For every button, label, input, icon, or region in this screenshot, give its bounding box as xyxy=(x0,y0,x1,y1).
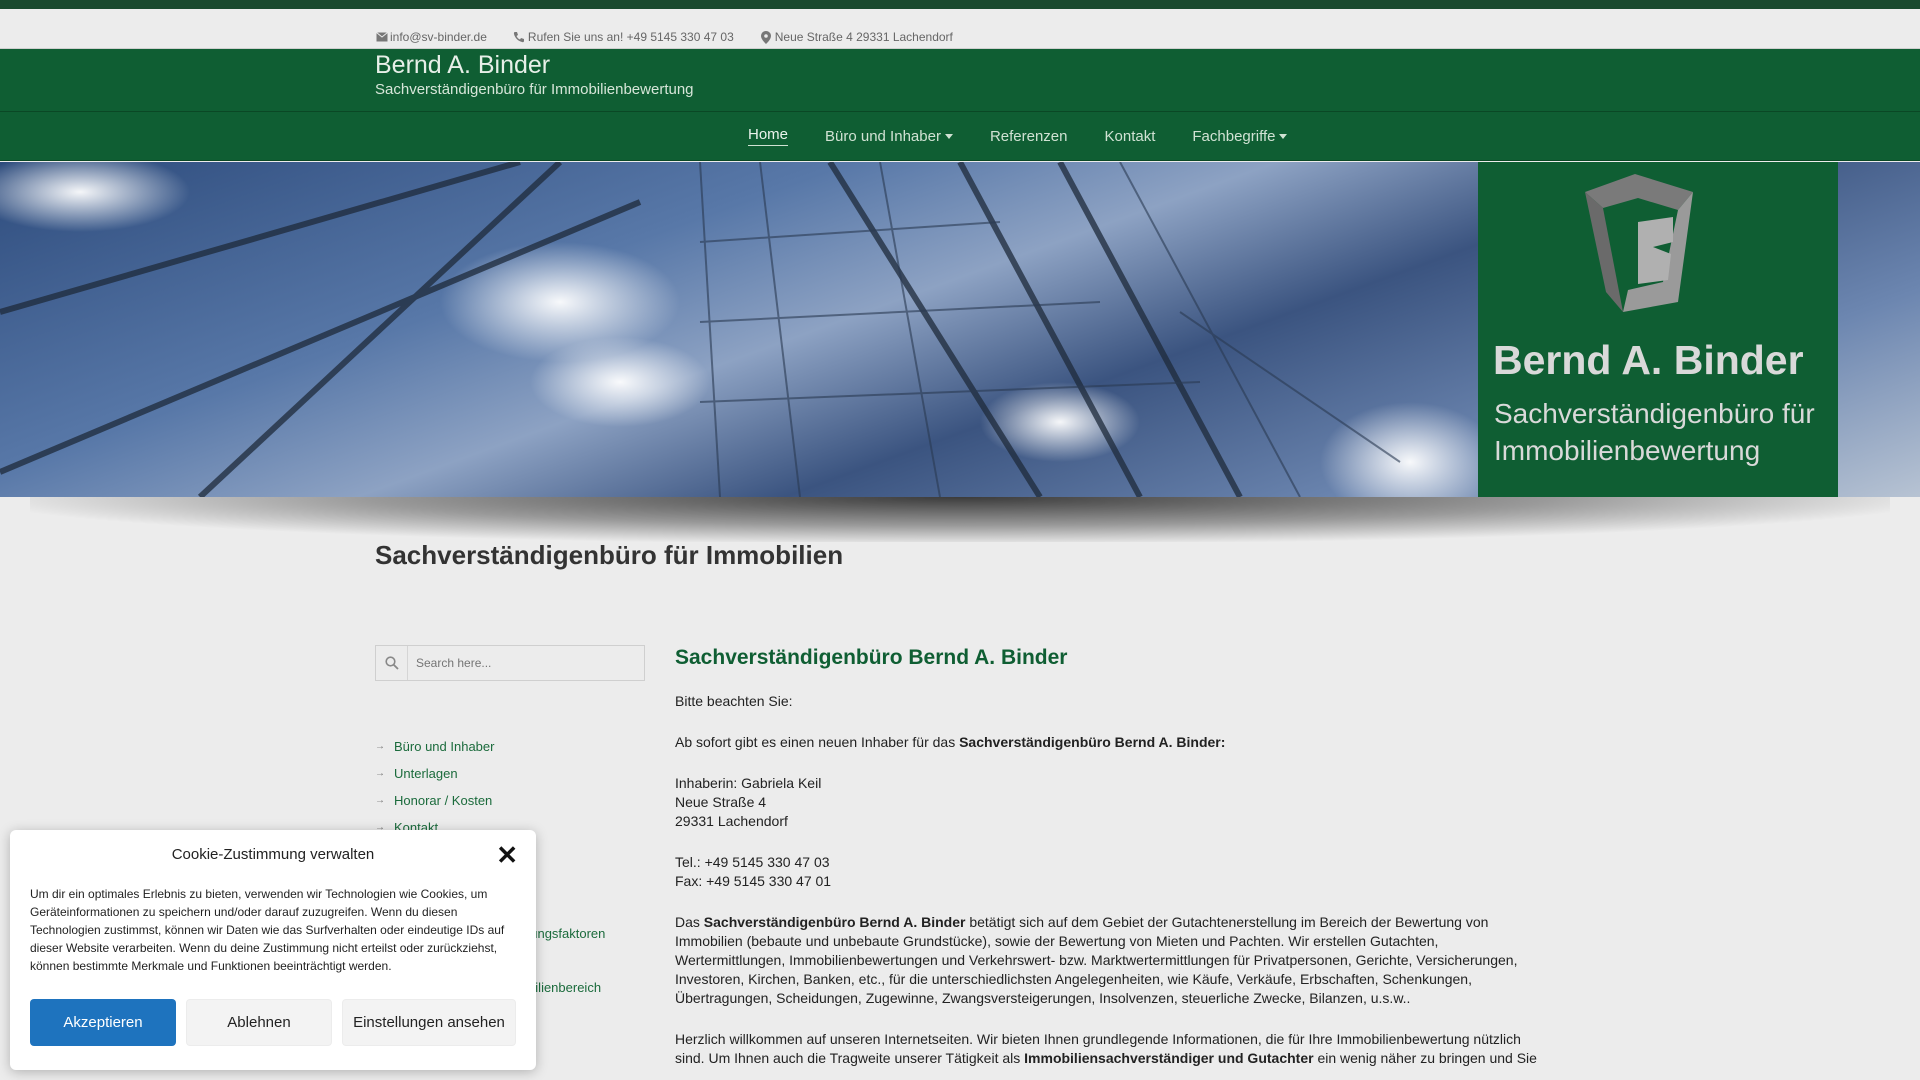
arrow-right-icon: → xyxy=(375,768,385,779)
nav-item-kontakt[interactable]: Kontakt xyxy=(1105,126,1156,146)
contact-info-bar: info@sv-binder.de Rufen Sie uns an! +49 … xyxy=(0,9,1920,49)
owner-address: Inhaberin: Gabriela Keil Neue Straße 4 2… xyxy=(675,774,1545,831)
fax-number: Fax: +49 5145 330 47 01 xyxy=(675,873,832,889)
intro-paragraph: Das Sachverständigenbüro Bernd A. Binder… xyxy=(675,913,1545,1008)
accept-button[interactable]: Akzeptieren xyxy=(30,999,176,1046)
nav-item-home[interactable]: Home xyxy=(748,126,789,146)
para2-bold: Immobiliensachverständiger und Gutachter xyxy=(1024,1050,1314,1066)
address-info: Neue Straße 4 29331 Lachendorf xyxy=(760,30,953,44)
nav-home-label[interactable]: Home xyxy=(748,126,789,146)
main-navigation: Home Büro und Inhaber Referenzen Kontakt… xyxy=(0,111,1920,161)
main-content: Sachverständigenbüro Bernd A. Binder Bit… xyxy=(675,646,1545,1080)
phone-info[interactable]: Rufen Sie uns an! +49 5145 330 47 03 xyxy=(513,30,734,44)
cookie-dialog-title: Cookie-Zustimmung verwalten xyxy=(171,846,375,863)
notice-text: Bitte beachten Sie: xyxy=(675,693,793,709)
top-strip xyxy=(0,0,1920,9)
deny-button[interactable]: Ablehnen xyxy=(186,999,332,1046)
cookie-dialog-text: Um dir ein optimales Erlebnis zu bieten,… xyxy=(30,887,505,973)
site-title[interactable]: Bernd A. Binder xyxy=(375,51,550,80)
owner-city: 29331 Lachendorf xyxy=(675,813,788,829)
arrow-right-icon: → xyxy=(375,795,385,806)
caret-down-icon[interactable] xyxy=(1279,133,1288,139)
sidebar-search[interactable] xyxy=(375,645,645,681)
nav-fachbegriffe-label[interactable]: Fachbegriffe xyxy=(1192,128,1275,145)
sidebar-item-label[interactable]: Honorar / Kosten xyxy=(394,793,492,808)
email-info[interactable]: info@sv-binder.de xyxy=(375,30,487,44)
site-header: Bernd A. Binder Sachverständigenbüro für… xyxy=(0,49,1920,111)
site-tagline: Sachverständigenbüro für Immobilienbewer… xyxy=(375,81,694,98)
new-owner-prefix: Ab sofort gibt es einen neuen Inhaber fü… xyxy=(675,734,960,750)
content-heading: Sachverständigenbüro Bernd A. Binder xyxy=(675,646,1068,669)
sidebar-item-buero[interactable]: → Büro und Inhaber xyxy=(375,733,494,760)
phone-icon xyxy=(513,31,526,44)
nav-buero-label[interactable]: Büro und Inhaber xyxy=(825,128,941,145)
nav-item-buero[interactable]: Büro und Inhaber xyxy=(825,126,953,146)
caret-down-icon[interactable] xyxy=(944,133,953,139)
owner-street: Neue Straße 4 xyxy=(675,794,767,810)
sab-cube-logo-icon xyxy=(1585,174,1693,312)
logo-tagline: Sachverständigenbüro für Immobilienbewer… xyxy=(1494,395,1815,469)
logo-tagline-line1: Sachverständigenbüro für xyxy=(1494,398,1815,429)
phone-text[interactable]: Rufen Sie uns an! +49 5145 330 47 03 xyxy=(528,30,734,44)
welcome-paragraph: Herzlich willkommen auf unseren Internet… xyxy=(675,1030,1545,1068)
new-owner-text: Ab sofort gibt es einen neuen Inhaber fü… xyxy=(675,733,1545,752)
search-icon[interactable] xyxy=(376,646,408,680)
para2-rest: ein wenig näher zu bringen und Sie xyxy=(1313,1050,1537,1066)
view-settings-button[interactable]: Einstellungen ansehen xyxy=(342,999,516,1046)
sidebar-item-unterlagen[interactable]: → Unterlagen xyxy=(375,760,494,787)
sidebar-item-label[interactable]: Büro und Inhaber xyxy=(394,739,494,754)
para1-bold: Sachverständigenbüro Bernd A. Binder xyxy=(703,914,966,930)
cookie-consent-dialog: Cookie-Zustimmung verwalten ✕ Um dir ein… xyxy=(10,830,536,1070)
nav-referenzen-label[interactable]: Referenzen xyxy=(990,128,1068,145)
page-title: Sachverständigenbüro für Immobilien xyxy=(375,540,844,570)
address-text: Neue Straße 4 29331 Lachendorf xyxy=(774,30,953,44)
sidebar-item-honorar[interactable]: → Honorar / Kosten xyxy=(375,787,494,814)
logo-tagline-line2: Immobilienbewertung xyxy=(1494,435,1761,466)
para1-prefix: Das xyxy=(675,914,704,930)
contact-numbers: Tel.: +49 5145 330 47 03 Fax: +49 5145 3… xyxy=(675,853,1545,891)
sidebar-menu: → Büro und Inhaber → Unterlagen → Honorar /… xyxy=(375,733,494,841)
sidebar-item-label[interactable]: Unterlagen xyxy=(394,766,458,781)
hero-banner: Bernd A. Binder Sachverständigenbüro für… xyxy=(0,162,1920,497)
logo-company-name: Bernd A. Binder xyxy=(1493,337,1804,383)
envelope-icon xyxy=(375,31,388,44)
owner-name: Inhaberin: Gabriela Keil xyxy=(675,775,822,791)
new-owner-bold: Sachverständigenbüro Bernd A. Binder: xyxy=(959,734,1226,750)
tel-number: Tel.: +49 5145 330 47 03 xyxy=(675,854,830,870)
search-input[interactable] xyxy=(408,656,628,670)
email-text[interactable]: info@sv-binder.de xyxy=(390,30,487,44)
map-marker-icon xyxy=(760,30,773,44)
nav-item-fachbegriffe[interactable]: Fachbegriffe xyxy=(1192,126,1288,146)
close-icon[interactable]: ✕ xyxy=(496,842,518,868)
nav-kontakt-label[interactable]: Kontakt xyxy=(1105,128,1156,145)
arrow-right-icon: → xyxy=(375,741,385,752)
nav-item-referenzen[interactable]: Referenzen xyxy=(990,126,1068,146)
banner-shadow xyxy=(30,497,1890,542)
company-logo-panel: Bernd A. Binder Sachverständigenbüro für… xyxy=(1478,162,1838,497)
